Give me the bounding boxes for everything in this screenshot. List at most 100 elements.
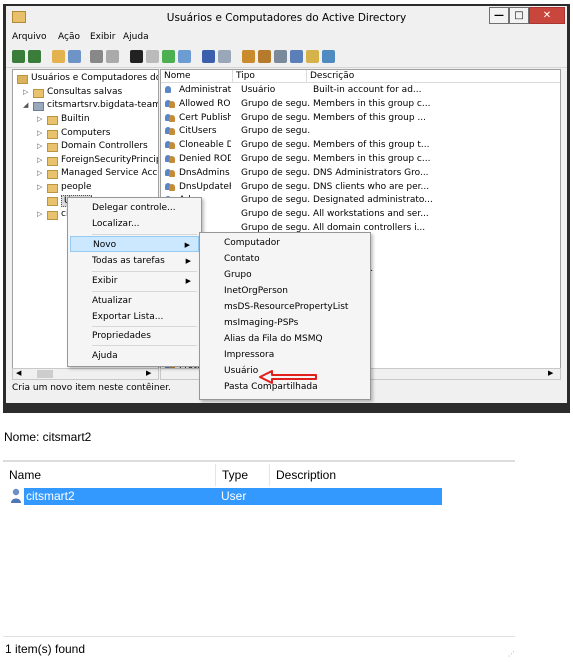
add-to-group-icon[interactable] <box>322 50 335 63</box>
submenu-item-msmq[interactable]: Alias da Fila do MSMQ <box>202 331 368 347</box>
close-button[interactable]: ✕ <box>529 7 565 24</box>
chevron-right-icon[interactable]: ▷ <box>37 210 42 218</box>
tree-item-root[interactable]: Usuários e Computadores do Ac <box>13 73 158 86</box>
submenu-item-contato[interactable]: Contato <box>202 251 368 267</box>
menu-item-ajuda[interactable]: Ajuda <box>70 348 199 364</box>
chevron-right-icon: ▶ <box>184 241 190 249</box>
tree-item-domain-controllers[interactable]: ▷ Domain Controllers <box>13 141 158 154</box>
list-row[interactable]: Cert Publish... Grupo de segu...Members o… <box>161 112 560 126</box>
filter-icon[interactable] <box>290 50 303 63</box>
help-icon[interactable] <box>202 50 215 63</box>
list-cell-name: Allowed RO... <box>179 98 231 109</box>
up-folder-icon[interactable] <box>52 50 65 63</box>
properties-icon[interactable] <box>146 50 159 63</box>
back-icon[interactable] <box>12 50 25 63</box>
delete-icon[interactable] <box>130 50 143 63</box>
column-header-tipo[interactable]: Tipo <box>233 70 307 83</box>
minimize-button[interactable]: — <box>489 7 509 24</box>
list-row[interactable]: CitUsers Grupo de segu... <box>161 125 560 139</box>
menu-exibir[interactable]: Exibir <box>90 32 115 42</box>
submenu-item-impressora[interactable]: Impressora <box>202 347 368 363</box>
column-header-descricao[interactable]: Descrição <box>307 70 560 83</box>
list-row[interactable]: Co...Grupo de segu...All workstations an… <box>161 208 560 222</box>
tree-item-label: Consultas salvas <box>47 87 123 97</box>
folder-icon <box>47 211 58 220</box>
folder-icon <box>33 89 44 98</box>
menu-item-todas-tarefas[interactable]: Todas as tarefas ▶ <box>70 253 199 269</box>
red-arrow-icon <box>259 370 317 384</box>
list-row[interactable]: Administrator Usuário Built-in account for… <box>161 84 560 98</box>
tree-item-label: Managed Service Accoun <box>61 168 158 178</box>
list-row[interactable]: DnsUpdateP... Grupo de segu...DNS clients… <box>161 181 560 195</box>
list-row[interactable]: Ad...Grupo de segu...Designated administ… <box>161 194 560 208</box>
tree-item-people[interactable]: ▷ people <box>13 182 158 195</box>
column-header-type[interactable]: Type <box>216 464 270 486</box>
chevron-right-icon[interactable]: ▷ <box>37 142 42 150</box>
tree-scrollbar[interactable]: ◀ ▶ <box>12 368 159 380</box>
copy-icon[interactable] <box>106 50 119 63</box>
menu-item-exibir[interactable]: Exibir ▶ <box>70 273 199 289</box>
find-icon[interactable] <box>306 50 319 63</box>
scroll-right-icon[interactable]: ▶ <box>548 369 553 377</box>
new-user-icon[interactable] <box>242 50 255 63</box>
scroll-thumb[interactable] <box>37 370 53 378</box>
submenu-item-msimaging[interactable]: msImaging-PSPs <box>202 315 368 331</box>
menu-arquivo[interactable]: Arquivo <box>12 32 46 42</box>
group-icon <box>165 154 175 163</box>
tree-item-domain[interactable]: ◢ citsmartsrv.bigdata-team.co <box>13 100 158 113</box>
chevron-down-icon[interactable]: ◢ <box>23 101 28 109</box>
list-row[interactable]: Denied ROD... Grupo de segu...Members in … <box>161 153 560 167</box>
list-cell-type: Grupo de segu... <box>241 112 311 123</box>
title-bar: Usuários e Computadores do Active Direct… <box>6 6 567 30</box>
submenu-item-computador[interactable]: Computador <box>202 235 368 251</box>
scroll-left-icon[interactable]: ◀ <box>16 369 21 377</box>
column-header-nome[interactable]: Nome <box>161 70 233 83</box>
column-header-name[interactable]: Name <box>3 464 216 486</box>
submenu-item-grupo[interactable]: Grupo <box>202 267 368 283</box>
chevron-right-icon[interactable]: ▷ <box>37 183 42 191</box>
menu-acao[interactable]: Ação <box>58 32 80 42</box>
new-group-icon[interactable] <box>258 50 271 63</box>
result-row[interactable]: citsmart2 User <box>24 488 442 505</box>
maximize-button[interactable]: □ <box>509 7 529 24</box>
menu-item-exportar[interactable]: Exportar Lista... <box>70 309 199 325</box>
export-icon[interactable] <box>178 50 191 63</box>
menu-item-delegar[interactable]: Delegar controle... <box>70 200 199 216</box>
chevron-right-icon[interactable]: ▷ <box>23 88 28 96</box>
chevron-right-icon[interactable]: ▷ <box>37 156 42 164</box>
console-tree-icon[interactable] <box>68 50 81 63</box>
menu-item-label: Novo <box>93 240 117 250</box>
list-cell-desc: Members in this group c... <box>313 154 431 164</box>
chevron-right-icon[interactable]: ▷ <box>37 129 42 137</box>
view-icon[interactable] <box>218 50 231 63</box>
chevron-right-icon[interactable]: ▷ <box>37 115 42 123</box>
menu-item-label: Todas as tarefas <box>92 256 165 266</box>
submenu-item-msds[interactable]: msDS-ResourcePropertyList <box>202 299 368 315</box>
menu-separator <box>92 271 197 272</box>
list-row[interactable]: DnsAdmins Grupo de segu... DNS Administrat… <box>161 167 560 181</box>
resize-grip-icon[interactable]: ⋰ <box>508 650 515 658</box>
list-cell-type: Grupo de segu... <box>241 154 311 164</box>
menu-item-atualizar[interactable]: Atualizar <box>70 293 199 309</box>
column-header-description[interactable]: Description <box>270 464 515 486</box>
scroll-right-icon[interactable]: ▶ <box>146 369 151 377</box>
tree-item-computers[interactable]: ▷ Computers <box>13 128 158 141</box>
menu-ajuda[interactable]: Ajuda <box>123 32 149 42</box>
tree-item-managed-service[interactable]: ▷ Managed Service Accoun <box>13 168 158 181</box>
list-row[interactable]: Cloneable D... Grupo de segu...Members of… <box>161 139 560 153</box>
forward-icon[interactable] <box>28 50 41 63</box>
list-row[interactable]: Allowed RO... Grupo de segu...Members in … <box>161 98 560 112</box>
menu-item-novo[interactable]: Novo ▶ <box>70 236 199 252</box>
cut-icon[interactable] <box>90 50 103 63</box>
tree-item-foreign-security[interactable]: ▷ ForeignSecurityPrincipals <box>13 155 158 168</box>
list-cell-name: Cert Publish... <box>179 112 231 123</box>
menu-item-propriedades[interactable]: Propriedades <box>70 328 199 344</box>
list-cell-name: DnsAdmins <box>179 167 230 178</box>
tree-item-builtin[interactable]: ▷ Builtin <box>13 114 158 127</box>
chevron-right-icon[interactable]: ▷ <box>37 169 42 177</box>
tree-item-saved-queries[interactable]: ▷ Consultas salvas <box>13 87 158 100</box>
new-ou-icon[interactable] <box>274 50 287 63</box>
submenu-item-inetorgperson[interactable]: InetOrgPerson <box>202 283 368 299</box>
menu-item-localizar[interactable]: Localizar... <box>70 216 199 232</box>
refresh-icon[interactable] <box>162 50 175 63</box>
